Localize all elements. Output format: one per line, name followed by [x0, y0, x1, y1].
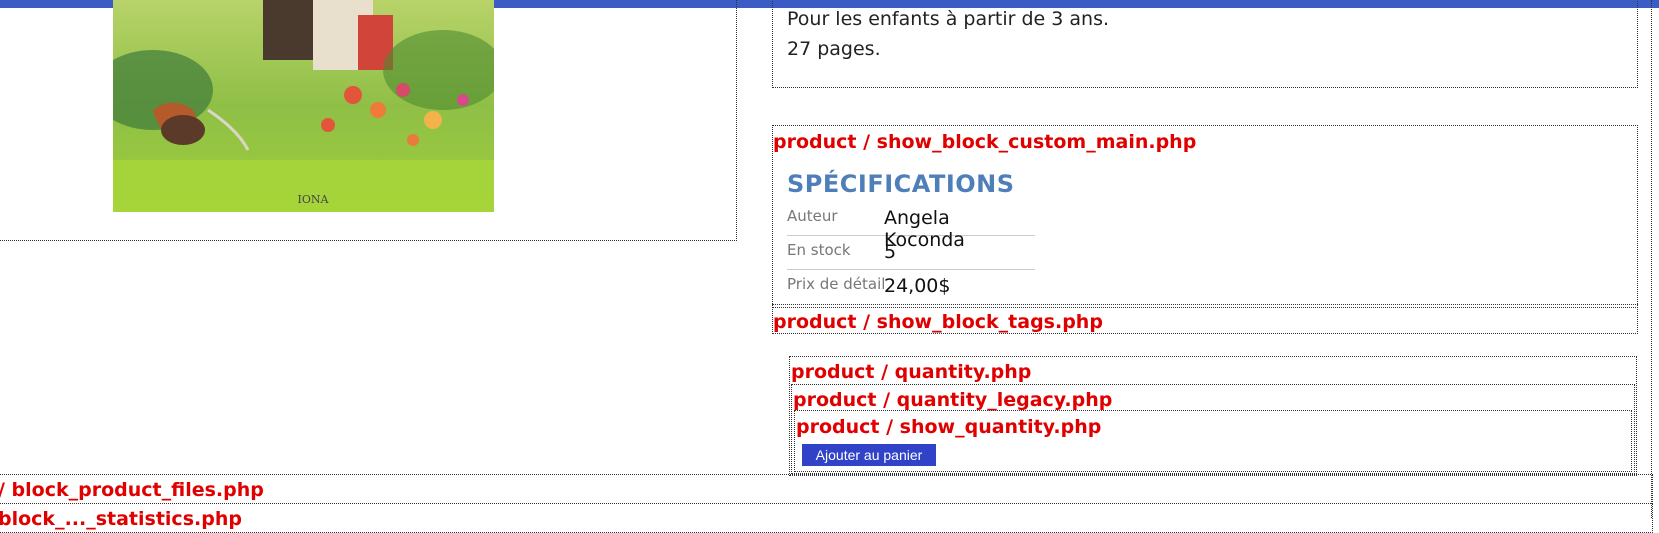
debug-label-custom-main: product / show_block_custom_main.php	[773, 131, 1197, 153]
description-line-pages: 27 pages.	[787, 38, 881, 60]
debug-label-show-quantity: product / show_quantity.php	[796, 416, 1102, 438]
right-frame-line	[1651, 0, 1652, 518]
description-line-age: Pour les enfants à partir de 3 ans.	[787, 8, 1110, 30]
next-block	[0, 503, 1653, 533]
spec-row-author: Auteur Angela Koconda	[787, 201, 1035, 251]
spec-label: Auteur	[787, 207, 838, 225]
specifications-title: SPÉCIFICATIONS	[787, 170, 1015, 198]
spec-row-price: Prix de détail 24,00$	[787, 269, 1035, 303]
debug-label-next-block: block_..._statistics.php	[0, 508, 242, 530]
spec-row-stock: En stock 5	[787, 235, 1035, 270]
add-to-cart-button[interactable]: Ajouter au panier	[802, 444, 936, 466]
image-caption: IONA	[298, 193, 330, 206]
product-image: IONA	[113, 0, 494, 212]
spec-value: 24,00$	[884, 275, 951, 297]
debug-label-quantity-legacy: product / quantity_legacy.php	[793, 389, 1113, 411]
debug-label-product-files: / block_product_files.php	[0, 479, 264, 501]
debug-label-tags: product / show_block_tags.php	[773, 311, 1103, 333]
spec-value: 5	[884, 241, 897, 263]
spec-label: Prix de détail	[787, 275, 886, 293]
debug-label-quantity: product / quantity.php	[791, 361, 1032, 383]
spec-label: En stock	[787, 241, 851, 259]
